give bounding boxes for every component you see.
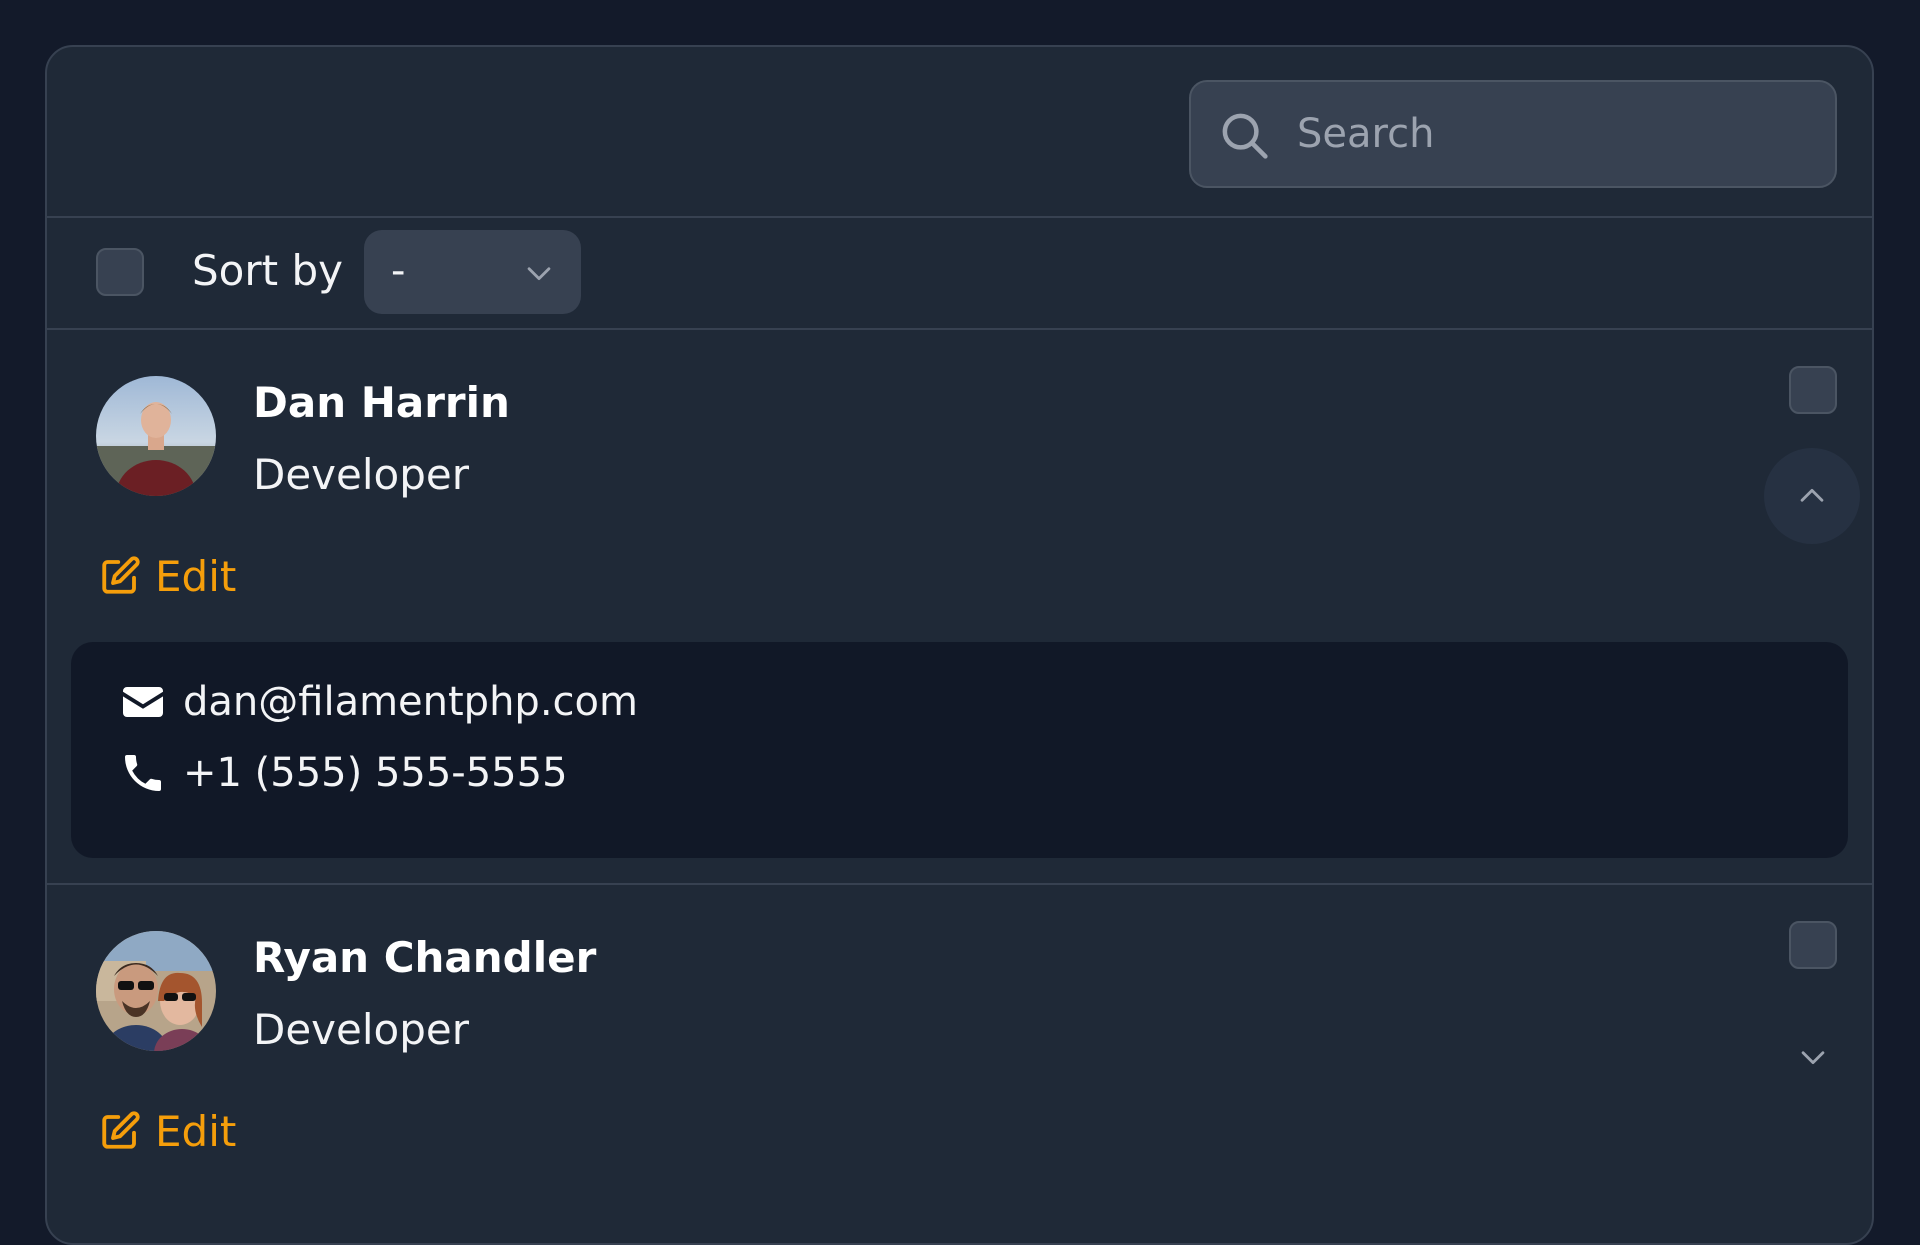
chevron-down-icon (1801, 1051, 1825, 1065)
avatar (96, 931, 216, 1051)
sort-select[interactable]: - (364, 230, 581, 314)
phone-icon (125, 755, 161, 791)
record-name: Dan Harrin (253, 378, 510, 427)
phone-text[interactable]: +1 (555) 555-5555 (183, 750, 568, 796)
table-header (47, 47, 1872, 218)
sort-selected-value: - (391, 248, 406, 294)
edit-icon (102, 556, 140, 594)
avatar (96, 376, 216, 496)
edit-label: Edit (155, 551, 237, 601)
avatar-photo (96, 376, 216, 496)
email-row: dan@filamentphp.com (119, 678, 638, 726)
record-name: Ryan Chandler (253, 933, 597, 982)
record-checkbox[interactable] (1789, 366, 1837, 414)
email-text[interactable]: dan@filamentphp.com (183, 679, 638, 725)
search-input[interactable] (1297, 98, 1817, 170)
edit-link[interactable]: Edit (99, 548, 236, 604)
chevron-up-icon (1800, 488, 1824, 502)
collapse-button[interactable] (1764, 448, 1860, 544)
edit-link[interactable]: Edit (99, 1103, 236, 1159)
record-role: Developer (253, 450, 470, 499)
records-panel: Sort by - (45, 45, 1874, 1245)
expand-button[interactable] (1789, 1033, 1837, 1081)
search-box[interactable] (1189, 80, 1837, 188)
search-icon (1222, 113, 1268, 159)
avatar-photo (96, 931, 216, 1051)
record-role: Developer (253, 1005, 470, 1054)
chevron-down-icon (527, 267, 551, 281)
record-checkbox[interactable] (1789, 921, 1837, 969)
phone-row: +1 (555) 555-5555 (119, 749, 568, 797)
record-row: Ryan Chandler Developer Edit (47, 885, 1872, 1243)
sort-label: Sort by (192, 246, 343, 295)
sort-toolbar: Sort by - (47, 218, 1872, 330)
select-all-checkbox[interactable] (96, 248, 144, 296)
envelope-icon (123, 687, 163, 717)
edit-icon (102, 1111, 140, 1149)
edit-label: Edit (155, 1106, 237, 1156)
record-details: dan@filamentphp.com +1 (555) 555-5555 (71, 642, 1848, 858)
